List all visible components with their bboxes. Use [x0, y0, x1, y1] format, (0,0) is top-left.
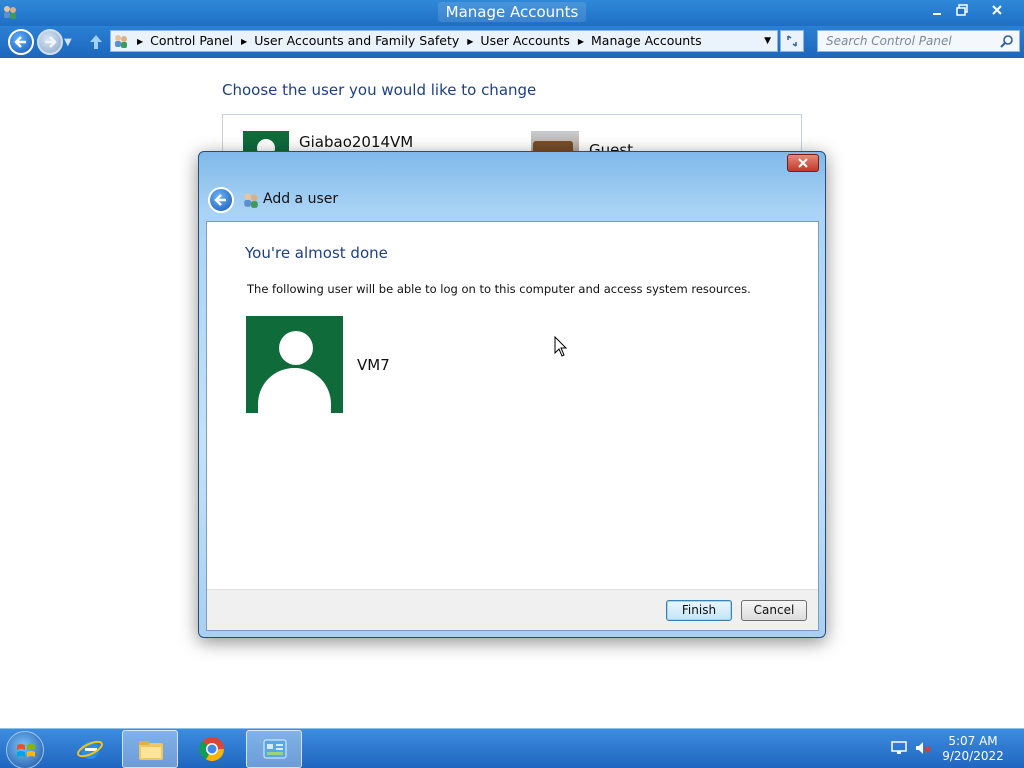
dialog-close-button[interactable] [787, 154, 819, 172]
breadcrumb-manage-accounts[interactable]: Manage Accounts [591, 33, 702, 48]
window-titlebar: Manage Accounts [0, 0, 1024, 26]
add-user-dialog: Add a user You're almost done The follow… [198, 151, 826, 638]
breadcrumb-separator-icon[interactable]: ▶ [137, 32, 143, 52]
up-arrow-icon[interactable] [86, 32, 106, 52]
navigation-bar: ▼ ▶ Control Panel ▶ User Accounts and Fami… [0, 26, 1024, 58]
breadcrumb-separator-icon[interactable]: ▶ [578, 32, 584, 52]
clock-time: 5:07 AM [948, 734, 998, 748]
search-box[interactable] [817, 30, 1020, 52]
user-accounts-icon [244, 193, 258, 208]
taskbar-chrome[interactable] [184, 730, 240, 768]
back-arrow-icon [14, 36, 26, 48]
cancel-button[interactable]: Cancel [741, 600, 807, 621]
close-icon [798, 158, 808, 168]
back-button[interactable] [8, 29, 34, 55]
recent-locations-dropdown[interactable]: ▼ [64, 37, 72, 48]
volume-muted-icon[interactable] [914, 739, 932, 757]
forward-arrow-icon [45, 36, 57, 48]
breadcrumb-user-accounts[interactable]: User Accounts [480, 33, 569, 48]
breadcrumb-control-panel[interactable]: Control Panel [150, 33, 233, 48]
breadcrumb-separator-icon[interactable]: ▶ [467, 32, 473, 52]
new-user-name: VM7 [357, 356, 390, 374]
taskbar-internet-explorer[interactable] [62, 730, 118, 768]
dialog-body: You're almost done The following user wi… [206, 221, 819, 631]
refresh-button[interactable] [780, 30, 804, 52]
folder-icon [139, 741, 163, 760]
close-icon [992, 5, 1002, 15]
search-icon[interactable] [1000, 34, 1014, 48]
window-title: Manage Accounts [0, 2, 1024, 22]
restore-icon [956, 4, 968, 16]
mouse-cursor-icon [554, 336, 568, 357]
taskbar-control-panel[interactable] [246, 730, 302, 768]
search-input[interactable] [826, 31, 996, 51]
windows-logo-icon [17, 744, 35, 757]
dialog-info-text: The following user will be able to log o… [247, 282, 751, 296]
dialog-back-button[interactable] [208, 187, 234, 213]
back-arrow-icon [214, 194, 226, 206]
taskbar-file-explorer[interactable] [122, 730, 178, 768]
new-user-avatar [246, 316, 343, 413]
control-panel-icon [115, 35, 127, 48]
start-button[interactable] [6, 731, 44, 768]
internet-explorer-icon [77, 740, 103, 759]
address-dropdown-icon[interactable]: ▼ [764, 31, 771, 51]
minimize-icon [933, 13, 941, 15]
dialog-heading: You're almost done [245, 244, 388, 262]
network-icon[interactable] [890, 739, 908, 757]
refresh-icon [787, 35, 797, 47]
breadcrumb-user-accounts-family-safety[interactable]: User Accounts and Family Safety [254, 33, 459, 48]
taskbar: 5:07 AM 9/20/2022 [0, 728, 1024, 768]
forward-button[interactable] [37, 29, 63, 55]
chrome-icon [199, 737, 224, 762]
address-bar[interactable]: ▶ Control Panel ▶ User Accounts and Family… [110, 30, 778, 52]
breadcrumb-separator-icon[interactable]: ▶ [241, 32, 247, 52]
dialog-footer: Finish Cancel [207, 589, 818, 630]
restore-button[interactable] [947, 0, 977, 20]
account-name: Giabao2014VM [299, 133, 414, 151]
close-window-button[interactable] [982, 0, 1012, 20]
finish-button[interactable]: Finish [666, 600, 732, 621]
dialog-title: Add a user [263, 191, 339, 207]
breadcrumb: ▶ Control Panel ▶ User Accounts and Family… [133, 31, 702, 52]
system-clock[interactable]: 5:07 AM 9/20/2022 [940, 734, 1006, 764]
control-panel-icon [263, 739, 287, 759]
clock-date: 9/20/2022 [942, 749, 1004, 763]
page-heading: Choose the user you would like to change [222, 81, 537, 99]
